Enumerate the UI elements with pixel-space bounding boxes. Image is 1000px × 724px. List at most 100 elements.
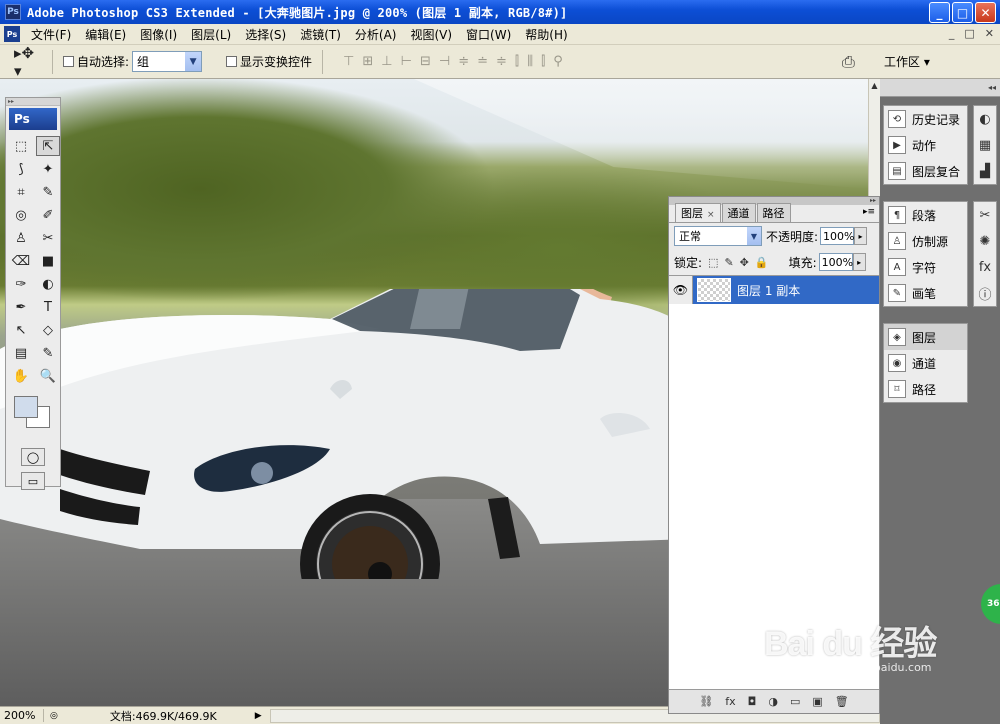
chevron-down-icon[interactable]: ▼	[185, 52, 202, 71]
menu-image[interactable]: 图像(I)	[133, 26, 184, 43]
align-left-icon[interactable]: ⊢	[401, 54, 412, 69]
opacity-slider-button[interactable]: ▸	[854, 227, 868, 245]
clone-stamp-tool-icon[interactable]: ♙	[9, 228, 33, 248]
menu-layer[interactable]: 图层(L)	[184, 26, 238, 43]
new-group-icon[interactable]: ▭	[790, 695, 800, 708]
dock-history[interactable]: ⟲ 历史记录	[884, 106, 967, 132]
align-right-icon[interactable]: ⊣	[439, 54, 450, 69]
eraser-tool-icon[interactable]: ⌫	[9, 251, 33, 271]
maximize-button[interactable]: □	[952, 2, 973, 23]
show-transform-box[interactable]	[226, 56, 238, 67]
brush-tool-icon[interactable]: ✐	[36, 205, 60, 225]
chevron-down-icon[interactable]: ▼	[747, 227, 761, 245]
layer-row[interactable]: 👁 图层 1 副本	[669, 276, 879, 304]
menu-file[interactable]: 文件(F)	[24, 26, 78, 43]
dodge-tool-icon[interactable]: ◐	[36, 274, 60, 294]
gradient-tool-icon[interactable]: ■	[36, 251, 60, 271]
styles-icon[interactable]: fx	[974, 254, 996, 280]
visibility-eye-icon[interactable]: 👁	[669, 276, 693, 304]
minimize-button[interactable]: _	[929, 2, 950, 23]
lock-position-icon[interactable]: ✥	[740, 256, 749, 269]
new-layer-icon[interactable]: ▣	[812, 695, 822, 708]
doc-minimize-button[interactable]: _	[949, 27, 955, 40]
dock-character[interactable]: A 字符	[884, 254, 967, 280]
menu-edit[interactable]: 编辑(E)	[78, 26, 133, 43]
blur-tool-icon[interactable]: ✑	[9, 274, 33, 294]
marquee-tool-icon[interactable]: ⬚	[9, 136, 33, 156]
lock-all-icon[interactable]: 🔒	[755, 256, 769, 269]
delete-layer-icon[interactable]: 🗑	[835, 695, 849, 708]
menu-view[interactable]: 视图(V)	[403, 26, 459, 43]
tool-presets-icon[interactable]: ✂	[974, 202, 996, 228]
menu-filter[interactable]: 滤镜(T)	[293, 26, 348, 43]
dock-channels[interactable]: ◉ 通道	[884, 350, 967, 376]
menu-help[interactable]: 帮助(H)	[518, 26, 574, 43]
layer-mask-icon[interactable]: ◘	[748, 695, 757, 708]
menu-analysis[interactable]: 分析(A)	[348, 26, 404, 43]
auto-align-icon[interactable]: ⚲	[553, 54, 562, 69]
status-menu-arrow-icon[interactable]: ▶	[255, 711, 262, 721]
tab-layers[interactable]: 图层 ×	[675, 203, 721, 222]
screen-mode-button[interactable]: ▭	[21, 472, 45, 490]
close-button[interactable]: ✕	[975, 2, 996, 23]
quick-mask-button[interactable]: ◯	[21, 448, 45, 466]
dock-paragraph[interactable]: ¶ 段落	[884, 202, 967, 228]
scroll-up-icon[interactable]: ▲	[869, 79, 880, 91]
navigator-icon[interactable]: ◐	[974, 106, 996, 132]
crop-tool-icon[interactable]: ⌗	[9, 182, 33, 202]
auto-select-checkbox[interactable]: 自动选择:	[63, 53, 129, 70]
auto-select-box[interactable]	[63, 56, 74, 67]
zoom-level[interactable]: 200%	[0, 709, 44, 722]
fill-slider-button[interactable]: ▸	[852, 253, 866, 271]
layer-style-icon[interactable]: fx	[725, 695, 735, 708]
dock-clone-source[interactable]: ♙ 仿制源	[884, 228, 967, 254]
distribute-vcenter-icon[interactable]: ≐	[477, 54, 488, 69]
distribute-bottom-icon[interactable]: ≑	[496, 54, 507, 69]
zoom-tool-icon[interactable]: 🔍	[36, 366, 60, 386]
doc-close-button[interactable]: ✕	[985, 27, 994, 40]
shape-tool-icon[interactable]: ◇	[36, 320, 60, 340]
bridge-icon[interactable]: ⎙	[842, 52, 855, 72]
lock-pixels-icon[interactable]: ✎	[724, 256, 733, 269]
distribute-right-icon[interactable]: ⫿	[541, 54, 545, 69]
blend-mode-select[interactable]: 正常 ▼	[674, 226, 762, 246]
opacity-input[interactable]: 100%	[820, 227, 855, 245]
document-icon[interactable]: Ps	[4, 26, 20, 42]
lasso-tool-icon[interactable]: ⟆	[9, 159, 33, 179]
adjustment-layer-icon[interactable]: ◑	[768, 695, 778, 708]
dock-layer-comps[interactable]: ▤ 图层复合	[884, 158, 967, 184]
distribute-left-icon[interactable]: ⫿	[515, 54, 519, 69]
pen-tool-icon[interactable]: ✒	[9, 297, 33, 317]
align-hcenter-icon[interactable]: ⊟	[420, 54, 431, 69]
photoshop-app-icon[interactable]: Ps	[5, 4, 21, 20]
dock-layers[interactable]: ◈ 图层	[884, 324, 967, 350]
align-top-icon[interactable]: ⊤	[343, 54, 354, 69]
healing-brush-tool-icon[interactable]: ◎	[9, 205, 33, 225]
foreground-color-swatch[interactable]	[14, 396, 38, 418]
workspace-button[interactable]: 工作区 ▾	[884, 53, 930, 70]
auto-select-dropdown[interactable]: 组 ▼	[132, 51, 203, 72]
align-vcenter-icon[interactable]: ⊞	[362, 54, 373, 69]
link-layers-icon[interactable]: ⛓	[699, 695, 713, 708]
lock-transparency-icon[interactable]: ⬚	[708, 256, 718, 269]
tab-paths[interactable]: 路径	[756, 203, 791, 222]
dock-collapse-bar[interactable]: ◂◂	[880, 79, 1000, 97]
layer-thumbnail[interactable]	[697, 278, 731, 302]
fill-input[interactable]: 100%	[818, 253, 853, 271]
notes-tool-icon[interactable]: ▤	[9, 343, 33, 363]
path-selection-tool-icon[interactable]: ↖	[9, 320, 33, 340]
menu-select[interactable]: 选择(S)	[238, 26, 293, 43]
tools-grip[interactable]: ▸▸	[6, 98, 60, 106]
close-tab-icon[interactable]: ×	[707, 210, 715, 220]
distribute-hcenter-icon[interactable]: ⫼	[527, 54, 533, 69]
move-tool-icon[interactable]: ⇱	[36, 136, 60, 156]
magic-wand-tool-icon[interactable]: ✦	[36, 159, 60, 179]
align-bottom-icon[interactable]: ⊥	[381, 54, 392, 69]
info-icon[interactable]: ⓘ	[974, 280, 996, 306]
eyedropper-tool-icon[interactable]: ✎	[36, 343, 60, 363]
dock-actions[interactable]: ▶ 动作	[884, 132, 967, 158]
dock-paths[interactable]: ⌑ 路径	[884, 376, 967, 402]
panel-menu-icon[interactable]: ▸≡	[863, 207, 875, 217]
measurement-icon[interactable]: ✺	[974, 228, 996, 254]
doc-restore-button[interactable]: □	[964, 27, 974, 40]
